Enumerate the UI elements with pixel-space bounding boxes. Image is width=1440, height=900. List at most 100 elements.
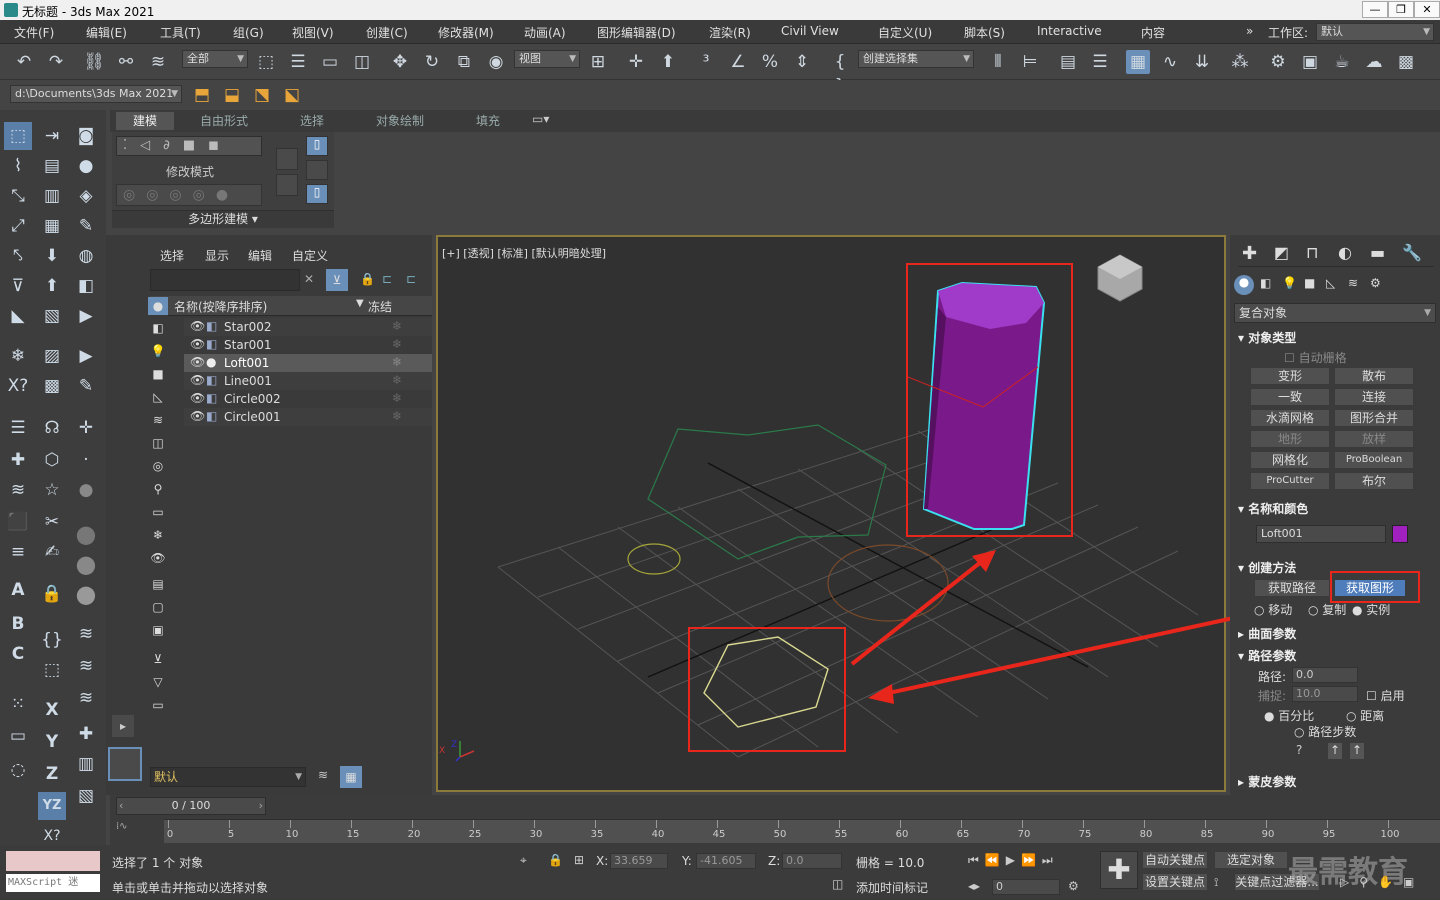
tool-icon-48[interactable]: ⬚	[38, 656, 66, 684]
stack-icon[interactable]: ≋	[4, 476, 32, 504]
list-item[interactable]: 👁 ◧ Line001 ❄	[184, 372, 432, 390]
rollout-surface-params[interactable]: ▸ 曲面参数	[1238, 625, 1434, 643]
path-steps-radio[interactable]: ○ 路径步数	[1294, 723, 1356, 740]
tool-icon-41[interactable]: ✍	[38, 538, 66, 566]
menu-edit[interactable]: 编辑(E)	[86, 24, 127, 41]
list-item-selected[interactable]: 👁 ● Loft001 ❄	[184, 354, 432, 372]
x-coord-input[interactable]: 33.659	[610, 853, 668, 869]
boolean-button[interactable]: 布尔	[1334, 472, 1414, 490]
track-bar[interactable]: 0 5 10 15 20 25 30 35 40 45 50 55 60 65 70 75 80 85 90 95 10…	[164, 819, 1440, 843]
redo-icon[interactable]: ↷	[44, 50, 68, 74]
rollout-object-type[interactable]: ▾ 对象类型	[1238, 329, 1434, 347]
next-shape-icon[interactable]: ↑	[1350, 743, 1364, 759]
tool-icon-10[interactable]: ⤢	[4, 212, 32, 240]
scene-menu-display[interactable]: 显示	[205, 247, 229, 264]
poly-modeling-dropdown[interactable]: 多边形建模 ▾	[112, 210, 334, 228]
tool-icon-23[interactable]: ▨	[38, 342, 66, 370]
tool-icon-6[interactable]: ●	[72, 152, 100, 180]
menu-interactive[interactable]: Interactive	[1037, 24, 1102, 38]
tab-selection[interactable]: 选择	[300, 112, 324, 129]
tool-icon-8[interactable]: ▥	[38, 182, 66, 210]
project-path-dropdown[interactable]: d:\Documents\3ds Max 2021 ▼	[10, 85, 182, 103]
mesher-button[interactable]: 网格化	[1250, 451, 1330, 469]
time-slider[interactable]: ‹ 0 / 100 ›	[116, 797, 266, 815]
cameras-category-icon[interactable]: ■	[1304, 276, 1315, 290]
axis-x-icon[interactable]: X	[38, 696, 66, 724]
tool-icon-32[interactable]: ⬡	[38, 446, 66, 474]
conform-button[interactable]: 一致	[1250, 388, 1330, 406]
add-time-tag[interactable]: 添加时间标记	[856, 879, 928, 896]
graphite-buttons[interactable]: ◎◎◎◎●	[116, 184, 262, 206]
display-containers-icon[interactable]: ▭	[148, 505, 168, 519]
percent-snap-icon[interactable]: %	[758, 50, 782, 74]
rendered-frame-icon[interactable]: ▣	[1298, 50, 1322, 74]
get-path-button[interactable]: 获取路径	[1254, 579, 1330, 597]
close-button[interactable]: ✕	[1414, 1, 1440, 18]
menu-rendering[interactable]: 渲染(R)	[709, 24, 751, 41]
select-tool-icon[interactable]: ⬚	[4, 122, 32, 150]
projects-icon[interactable]: ⬕	[280, 83, 304, 107]
material-editor-icon[interactable]: ⁂	[1228, 50, 1252, 74]
axis-z-icon[interactable]: Z	[38, 760, 66, 788]
display-helpers-icon[interactable]: ◺	[148, 390, 168, 404]
tab-freeform[interactable]: 自由形式	[200, 112, 248, 129]
list-item[interactable]: 👁 ◧ Circle002 ❄	[184, 390, 432, 408]
eye-icon[interactable]: 👁	[190, 337, 205, 351]
axis-yz-icon[interactable]: YZ	[38, 792, 66, 820]
playback-controls[interactable]: ⏮⏪▶⏩⏭	[968, 853, 1059, 868]
tool-icon-40[interactable]: ≡	[4, 538, 32, 566]
helpers-category-icon[interactable]: ◺	[1326, 276, 1335, 290]
isolate-icon[interactable]: ⌖	[520, 853, 527, 868]
menu-content[interactable]: 内容	[1141, 24, 1165, 41]
menu-animation[interactable]: 动画(A)	[524, 24, 566, 41]
tool-icon-58[interactable]: ▥	[72, 750, 100, 778]
list-item[interactable]: 👁 ◧ Circle001 ❄	[184, 408, 432, 426]
filter4-icon[interactable]: ▭	[148, 698, 168, 712]
setkey-button[interactable]: 设置关键点	[1142, 873, 1208, 891]
select-by-name-icon[interactable]: ☰	[286, 50, 310, 74]
time-prev-icon[interactable]: ‹	[119, 798, 123, 814]
undo-icon[interactable]: ↶	[12, 50, 36, 74]
curve-toggle-icon[interactable]: ⁞∿	[116, 821, 128, 832]
menu-tools[interactable]: 工具(T)	[160, 24, 201, 41]
display-bones-icon[interactable]: ⚲	[148, 482, 168, 496]
filter3-icon[interactable]: ▽	[148, 675, 168, 689]
morph-button[interactable]: 变形	[1250, 367, 1330, 385]
col-freeze[interactable]: 冻结	[368, 298, 392, 315]
distance-radio[interactable]: ○ 距离	[1346, 707, 1384, 724]
display-xrefs-icon[interactable]: ◎	[148, 459, 168, 473]
more-chevron-icon[interactable]: »	[1246, 24, 1253, 38]
maxscript-input[interactable]: MAXScript 迷	[6, 874, 100, 892]
menu-create[interactable]: 创建(C)	[366, 24, 408, 41]
menu-modifiers[interactable]: 修改器(M)	[438, 24, 494, 41]
scene-explorer-icon[interactable]: ▤	[1056, 50, 1080, 74]
scene-menu-select[interactable]: 选择	[160, 247, 184, 264]
schematic-view-icon[interactable]: ⇊	[1190, 50, 1214, 74]
spacewarps-category-icon[interactable]: ≋	[1348, 276, 1358, 290]
named-selection-dropdown[interactable]: 创建选择集 ▼	[858, 50, 974, 68]
layer-dropdown[interactable]: 默认 ▼	[150, 767, 306, 787]
tool-icon-60[interactable]: ▧	[72, 782, 100, 810]
list-item[interactable]: 👁 ◧ Star001 ❄	[184, 336, 432, 354]
proboolean-button[interactable]: ProBoolean	[1334, 451, 1414, 469]
tool-icon-5[interactable]: ▤	[38, 152, 66, 180]
grid-dots-icon[interactable]: ⁙	[4, 690, 32, 718]
save-folder-icon[interactable]: ⬔	[250, 83, 274, 107]
current-frame-input[interactable]: 0	[992, 879, 1060, 895]
filter2-icon[interactable]: ⊻	[148, 652, 168, 666]
tool-icon-27[interactable]: ✎	[72, 372, 100, 400]
geometry-category-icon[interactable]: ●	[1234, 275, 1254, 295]
object-color-swatch[interactable]	[1392, 525, 1408, 543]
edit-named-sel-icon[interactable]: { }	[828, 50, 852, 96]
modify-tab-icon[interactable]: ◩	[1274, 243, 1289, 262]
display-geometry-icon[interactable]: ●	[148, 297, 168, 315]
display-all-icon[interactable]: ▤	[148, 577, 168, 591]
window-crossing-icon[interactable]: ◫	[350, 50, 374, 74]
scene-menu-customize[interactable]: 自定义	[292, 247, 328, 264]
render-icon[interactable]: ☕	[1330, 50, 1354, 74]
eye-icon[interactable]: 👁	[190, 409, 205, 423]
abs-mode-icon[interactable]: ⊞	[574, 853, 584, 867]
minimize-button[interactable]: —	[1362, 1, 1388, 18]
manipulate-icon[interactable]: ✛	[624, 50, 648, 74]
autogrid-checkbox[interactable]: ☐ 自动栅格	[1284, 349, 1347, 366]
